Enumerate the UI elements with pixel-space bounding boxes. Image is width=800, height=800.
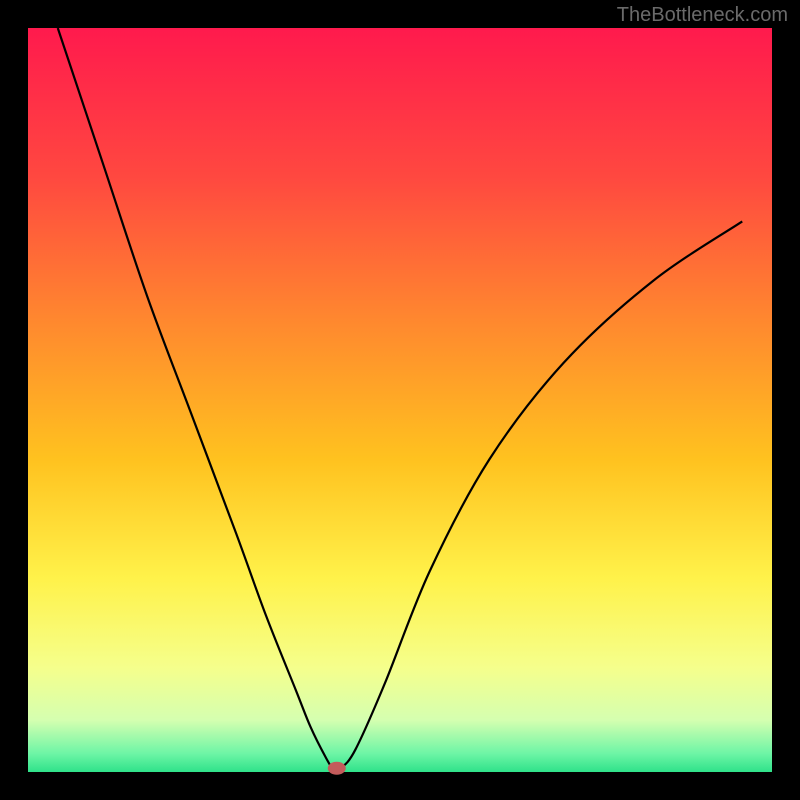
chart-stage: TheBottleneck.com [0, 0, 800, 800]
chart-svg [0, 0, 800, 800]
watermark-text: TheBottleneck.com [617, 4, 788, 27]
minimum-marker [328, 762, 346, 775]
plot-background [28, 28, 772, 772]
